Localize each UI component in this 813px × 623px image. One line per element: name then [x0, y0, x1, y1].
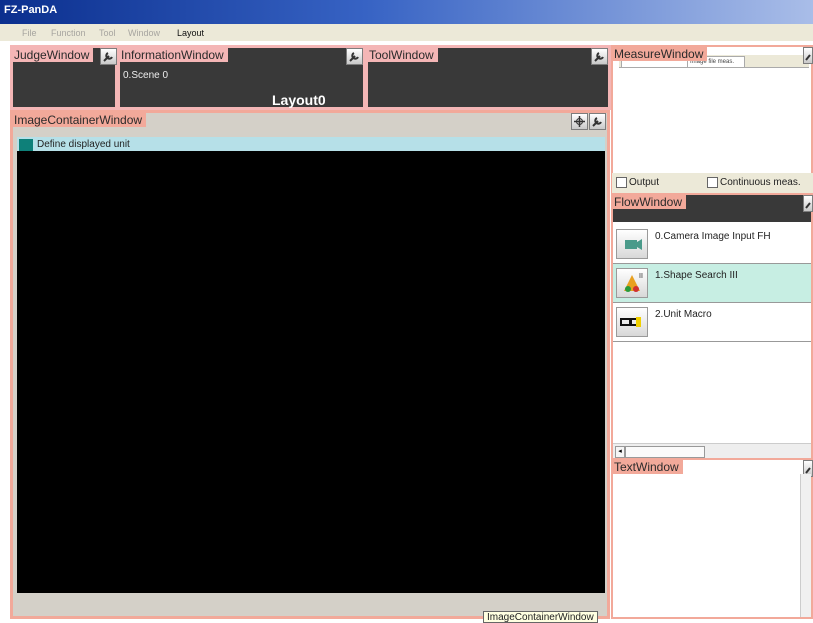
image-settings-button[interactable]	[589, 113, 606, 130]
flow-item-label: 0.Camera Image Input FH	[655, 231, 771, 242]
text-window-title: TextWindow	[613, 460, 683, 474]
text-vertical-scrollbar[interactable]	[800, 474, 811, 617]
svg-text:II: II	[639, 273, 643, 280]
flow-window-title: FlowWindow	[613, 195, 687, 209]
flow-item-label: 2.Unit Macro	[655, 309, 712, 320]
output-label: Output	[629, 177, 660, 188]
flow-item-unit-macro[interactable]: 2.Unit Macro	[613, 303, 811, 342]
wrench-icon	[805, 202, 811, 209]
macro-icon	[616, 307, 648, 337]
measure-window-title: MeasureWindow	[613, 47, 708, 61]
image-container-window: ImageContainerWindow Define displayed un…	[10, 110, 610, 619]
shape-search-icon: II	[616, 268, 648, 298]
wrench-icon	[349, 52, 359, 62]
scrollbar-thumb[interactable]	[625, 446, 705, 458]
measure-settings-button[interactable]	[803, 47, 813, 64]
menu-file[interactable]: File	[22, 28, 37, 38]
image-container-title: ImageContainerWindow	[13, 113, 147, 127]
tooltip: ImageContainerWindow	[483, 611, 598, 623]
information-settings-button[interactable]	[346, 48, 363, 65]
camera-icon	[616, 229, 648, 259]
image-move-button[interactable]	[571, 113, 588, 130]
menu-window[interactable]: Window	[128, 28, 160, 38]
flow-item-label: 1.Shape Search III	[655, 270, 738, 281]
scroll-left-arrow-icon[interactable]: ◂	[615, 446, 625, 458]
judge-window: JudgeWindow	[10, 45, 118, 110]
tool-window-title: ToolWindow	[368, 48, 438, 62]
unit-color-swatch	[19, 139, 33, 151]
define-displayed-unit-label: Define displayed unit	[37, 139, 130, 150]
judge-settings-button[interactable]	[100, 48, 117, 65]
layout-label: Layout0	[272, 92, 326, 108]
continuous-meas-checkbox[interactable]	[707, 177, 718, 188]
wrench-icon	[592, 117, 602, 127]
continuous-meas-label: Continuous meas.	[720, 177, 801, 188]
flow-item-shape-search[interactable]: II 1.Shape Search III	[613, 264, 811, 303]
measure-options: Output Continuous meas.	[612, 173, 813, 193]
app-title: FZ-PanDA	[4, 4, 58, 16]
menu-layout[interactable]: Layout	[177, 28, 204, 38]
text-window: TextWindow	[611, 458, 813, 619]
wrench-icon	[103, 52, 113, 62]
information-window-title: InformationWindow	[120, 48, 228, 62]
image-display-area[interactable]	[17, 151, 605, 593]
output-checkbox[interactable]	[616, 177, 627, 188]
information-window: InformationWindow 0.Scene 0 Layout0	[117, 45, 366, 110]
scene-label: 0.Scene 0	[123, 70, 169, 81]
app-title-bar: FZ-PanDA	[0, 0, 813, 24]
judge-window-title: JudgeWindow	[13, 48, 94, 62]
wrench-icon	[805, 54, 811, 61]
tool-settings-button[interactable]	[591, 48, 608, 65]
flow-settings-button[interactable]	[803, 195, 813, 212]
flow-horizontal-scrollbar[interactable]: ◂	[613, 443, 811, 458]
flow-item-camera-image-input[interactable]: 0.Camera Image Input FH	[613, 225, 811, 264]
menu-function[interactable]: Function	[51, 28, 86, 38]
define-displayed-unit-bar[interactable]: Define displayed unit	[17, 137, 605, 152]
wrench-icon	[594, 52, 604, 62]
move-icon	[574, 116, 585, 127]
tool-window: ToolWindow	[365, 45, 611, 110]
menu-bar: File Function Tool Window Layout	[0, 24, 813, 41]
flow-window: FlowWindow 0.Camera Image Input FH II 1.…	[611, 193, 813, 461]
menu-tool[interactable]: Tool	[99, 28, 116, 38]
